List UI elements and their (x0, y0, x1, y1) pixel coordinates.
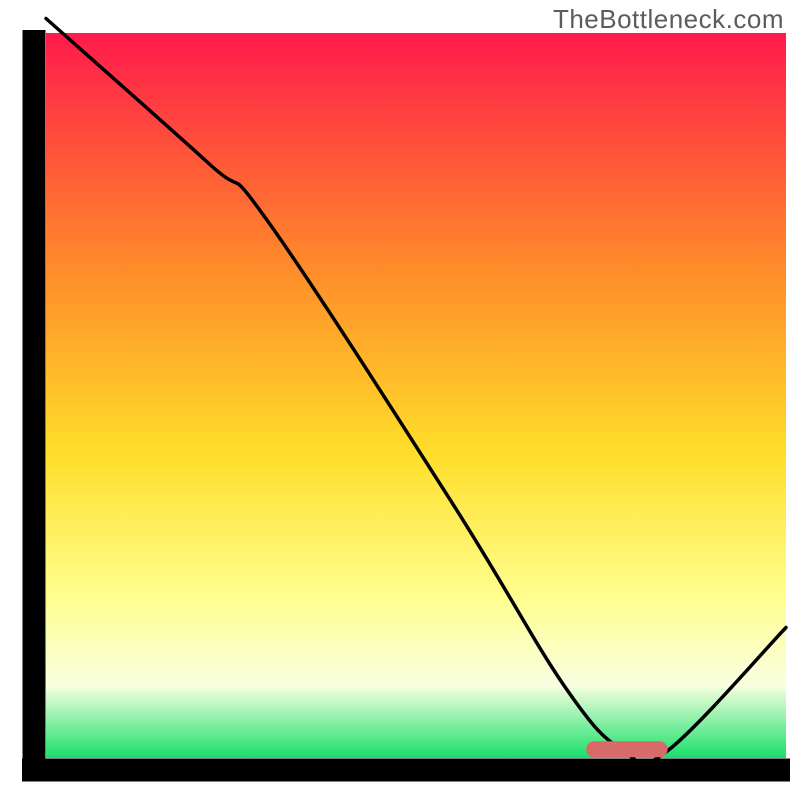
optimal-range-marker (586, 741, 667, 757)
gradient-background (46, 33, 786, 758)
chart-svg (0, 0, 800, 800)
chart-frame: TheBottleneck.com (0, 0, 800, 800)
watermark-text: TheBottleneck.com (553, 4, 784, 35)
